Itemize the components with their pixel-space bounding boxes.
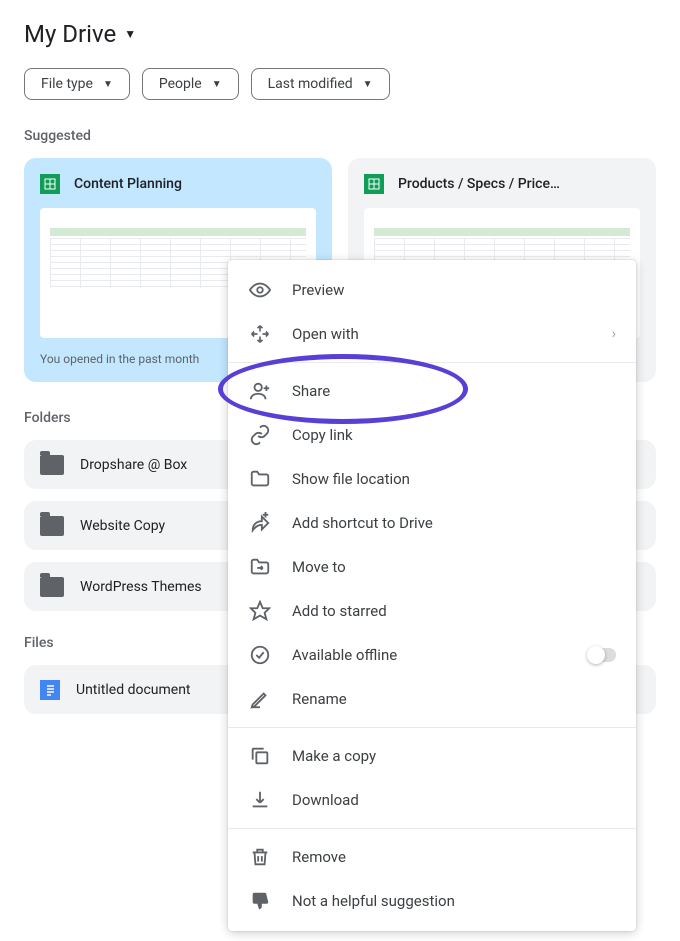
menu-open-with[interactable]: Open with › [228, 312, 636, 356]
card-title: Content Planning [74, 176, 182, 192]
person-add-icon [248, 379, 272, 403]
menu-add-starred[interactable]: Add to starred [228, 589, 636, 633]
pencil-icon [248, 687, 272, 711]
menu-not-helpful[interactable]: Not a helpful suggestion [228, 879, 636, 923]
menu-divider [228, 362, 636, 363]
menu-label: Copy link [292, 426, 616, 444]
copy-icon [248, 744, 272, 768]
menu-divider [228, 727, 636, 728]
menu-remove[interactable]: Remove [228, 835, 636, 879]
menu-label: Not a helpful suggestion [292, 892, 616, 910]
menu-label: Make a copy [292, 747, 616, 765]
menu-divider [228, 828, 636, 829]
menu-label: Download [292, 791, 616, 809]
filter-people[interactable]: People ▼ [142, 68, 239, 100]
chip-label: Last modified [268, 76, 353, 92]
chip-label: File type [41, 76, 93, 92]
menu-available-offline[interactable]: Available offline [228, 633, 636, 677]
menu-download[interactable]: Download [228, 778, 636, 822]
filter-file-type[interactable]: File type ▼ [24, 68, 130, 100]
menu-label: Preview [292, 281, 616, 299]
folder-icon [40, 455, 64, 475]
breadcrumb-title: My Drive [24, 20, 116, 48]
menu-share[interactable]: Share [228, 369, 636, 413]
sheets-icon [40, 174, 60, 194]
menu-label: Show file location [292, 470, 616, 488]
menu-label: Add shortcut to Drive [292, 514, 616, 532]
menu-make-copy[interactable]: Make a copy [228, 734, 636, 778]
chevron-down-icon: ▼ [103, 79, 113, 90]
move-arrows-icon [248, 322, 272, 346]
eye-icon [248, 278, 272, 302]
offline-icon [248, 643, 272, 667]
docs-icon [40, 680, 60, 700]
menu-move-to[interactable]: Move to [228, 545, 636, 589]
chip-label: People [159, 76, 202, 92]
folder-icon [40, 577, 64, 597]
menu-label: Open with [292, 325, 592, 343]
menu-label: Remove [292, 848, 616, 866]
link-icon [248, 423, 272, 447]
filter-last-modified[interactable]: Last modified ▼ [251, 68, 390, 100]
thumb-down-icon [248, 889, 272, 913]
menu-label: Rename [292, 690, 616, 708]
chevron-down-icon: ▼ [212, 79, 222, 90]
menu-preview[interactable]: Preview [228, 268, 636, 312]
card-header: Products / Specs / Price… [364, 174, 640, 194]
section-suggested-label: Suggested [24, 128, 656, 144]
folder-icon [40, 516, 64, 536]
toggle-switch[interactable] [588, 648, 616, 662]
trash-icon [248, 845, 272, 869]
context-menu: Preview Open with › Share Copy link Show… [228, 260, 636, 931]
folder-icon [248, 467, 272, 491]
menu-label: Add to starred [292, 602, 616, 620]
download-icon [248, 788, 272, 812]
menu-show-location[interactable]: Show file location [228, 457, 636, 501]
chevron-down-icon: ▼ [124, 27, 136, 41]
chevron-right-icon: › [612, 326, 616, 342]
breadcrumb[interactable]: My Drive ▼ [24, 20, 656, 48]
menu-rename[interactable]: Rename [228, 677, 636, 721]
menu-label: Move to [292, 558, 616, 576]
chevron-down-icon: ▼ [363, 79, 373, 90]
menu-label: Available offline [292, 646, 568, 664]
menu-add-shortcut[interactable]: Add shortcut to Drive [228, 501, 636, 545]
folder-arrow-icon [248, 555, 272, 579]
menu-copy-link[interactable]: Copy link [228, 413, 636, 457]
shortcut-icon [248, 511, 272, 535]
filter-chips: File type ▼ People ▼ Last modified ▼ [24, 68, 656, 100]
star-icon [248, 599, 272, 623]
menu-label: Share [292, 382, 616, 400]
card-title: Products / Specs / Price… [398, 176, 560, 192]
sheets-icon [364, 174, 384, 194]
card-header: Content Planning [40, 174, 316, 194]
